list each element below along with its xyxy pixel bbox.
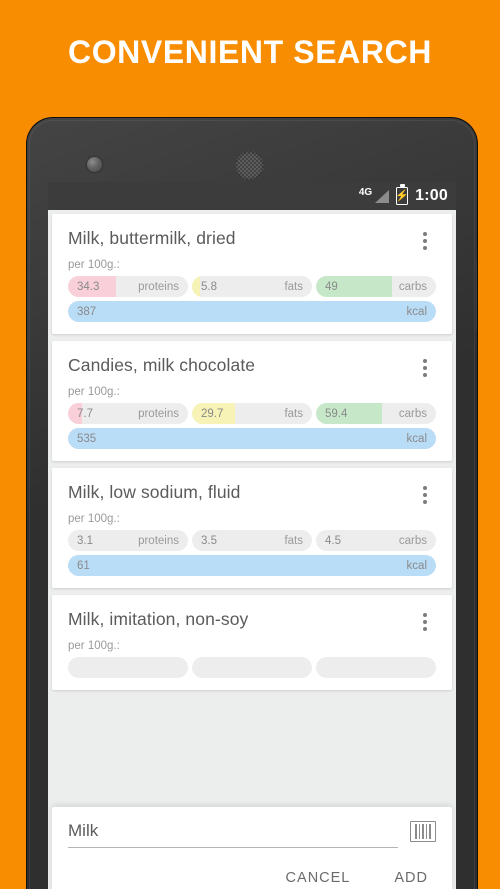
- kcal-value: 535: [77, 432, 97, 445]
- search-input[interactable]: [68, 821, 398, 847]
- kcal-label: kcal: [406, 559, 427, 572]
- list-item[interactable]: Milk, low sodium, fluid per 100g.: 3.1 p…: [52, 468, 452, 588]
- phone-mockup: 4G ⚡ 1:00 Milk, buttermilk, dried per 10…: [27, 118, 477, 889]
- dialog-actions: CANCEL ADD: [68, 848, 436, 889]
- barcode-scanner-icon[interactable]: [410, 821, 436, 842]
- earpiece-speaker-icon: [235, 151, 264, 180]
- search-row: [68, 821, 436, 848]
- add-button[interactable]: ADD: [394, 870, 428, 886]
- fats-value: 5.8: [201, 280, 217, 293]
- search-underline: [68, 847, 398, 848]
- card-header: Candies, milk chocolate: [68, 355, 436, 377]
- fats-bar: [192, 657, 312, 678]
- search-field: [68, 821, 398, 848]
- list-item[interactable]: Milk, buttermilk, dried per 100g.: 34.3 …: [52, 214, 452, 334]
- signal-triangle-icon: [375, 189, 390, 203]
- fats-bar: 5.8 fats: [192, 276, 312, 297]
- cancel-button[interactable]: CANCEL: [286, 870, 351, 886]
- proteins-value: 3.1: [77, 534, 93, 547]
- overflow-menu-icon[interactable]: [414, 228, 436, 250]
- carbs-bar: 49 carbs: [316, 276, 436, 297]
- status-bar: 4G ⚡ 1:00: [48, 182, 456, 210]
- card-header: Milk, imitation, non-soy: [68, 609, 436, 631]
- carbs-label: carbs: [398, 407, 427, 420]
- proteins-bar: [68, 657, 188, 678]
- per-unit-label: per 100g.:: [68, 386, 120, 398]
- overflow-menu-icon[interactable]: [414, 355, 436, 377]
- phone-screen: 4G ⚡ 1:00 Milk, buttermilk, dried per 10…: [48, 182, 456, 889]
- food-results-list[interactable]: Milk, buttermilk, dried per 100g.: 34.3 …: [48, 210, 456, 889]
- kcal-bar: 535 kcal: [68, 428, 436, 449]
- proteins-label: proteins: [138, 407, 179, 420]
- food-title: Milk, buttermilk, dried: [68, 228, 236, 248]
- kcal-label: kcal: [406, 432, 427, 445]
- volume-button[interactable]: [27, 270, 28, 362]
- power-button[interactable]: [476, 258, 477, 330]
- carbs-value: 4.5: [325, 534, 341, 547]
- page-title: CONVENIENT SEARCH: [67, 34, 432, 70]
- macro-row: 3.1 proteins 3.5 fats 4.5 carbs: [68, 530, 436, 551]
- food-title: Milk, imitation, non-soy: [68, 609, 249, 629]
- overflow-menu-icon[interactable]: [414, 609, 436, 631]
- kcal-label: kcal: [406, 305, 427, 318]
- per-unit-label: per 100g.:: [68, 513, 120, 525]
- macro-row: [68, 657, 436, 678]
- macro-row: 34.3 proteins 5.8 fats 49 carbs: [68, 276, 436, 297]
- food-title: Candies, milk chocolate: [68, 355, 256, 375]
- battery-bolt-glyph: ⚡: [395, 189, 410, 202]
- kcal-bar: 387 kcal: [68, 301, 436, 322]
- kcal-bar: 61 kcal: [68, 555, 436, 576]
- carbs-bar: 4.5 carbs: [316, 530, 436, 551]
- food-title: Milk, low sodium, fluid: [68, 482, 241, 502]
- carbs-label: carbs: [398, 534, 427, 547]
- kcal-value: 61: [77, 559, 90, 572]
- carbs-label: carbs: [398, 280, 427, 293]
- proteins-value: 34.3: [77, 280, 100, 293]
- card-header: Milk, buttermilk, dried: [68, 228, 436, 250]
- kcal-fill: [68, 301, 436, 322]
- proteins-value: 7.7: [77, 407, 93, 420]
- list-item[interactable]: Milk, imitation, non-soy per 100g.:: [52, 595, 452, 690]
- fats-value: 3.5: [201, 534, 217, 547]
- proteins-bar: 3.1 proteins: [68, 530, 188, 551]
- carbs-value: 49: [325, 280, 338, 293]
- fats-bar: 29.7 fats: [192, 403, 312, 424]
- card-header: Milk, low sodium, fluid: [68, 482, 436, 504]
- clock-label: 1:00: [415, 187, 448, 204]
- macro-row: 7.7 proteins 29.7 fats 59.4 carbs: [68, 403, 436, 424]
- carbs-bar: 59.4 carbs: [316, 403, 436, 424]
- carbs-value: 59.4: [325, 407, 348, 420]
- per-unit-label: per 100g.:: [68, 640, 120, 652]
- per-unit-label: per 100g.:: [68, 259, 120, 271]
- fats-label: fats: [284, 407, 303, 420]
- kcal-fill: [68, 428, 436, 449]
- overflow-menu-icon[interactable]: [414, 482, 436, 504]
- fats-bar: 3.5 fats: [192, 530, 312, 551]
- proteins-label: proteins: [138, 280, 179, 293]
- front-camera-icon: [87, 157, 102, 172]
- fats-label: fats: [284, 534, 303, 547]
- proteins-bar: 7.7 proteins: [68, 403, 188, 424]
- search-sheet: CANCEL ADD: [52, 807, 452, 889]
- list-item[interactable]: Candies, milk chocolate per 100g.: 7.7 p…: [52, 341, 452, 461]
- carbs-bar: [316, 657, 436, 678]
- network-type-label: 4G: [358, 187, 373, 198]
- battery-charging-icon: ⚡: [395, 184, 410, 205]
- kcal-value: 387: [77, 305, 97, 318]
- proteins-label: proteins: [138, 534, 179, 547]
- fats-label: fats: [284, 280, 303, 293]
- kcal-fill: [68, 555, 436, 576]
- fats-value: 29.7: [201, 407, 224, 420]
- proteins-bar: 34.3 proteins: [68, 276, 188, 297]
